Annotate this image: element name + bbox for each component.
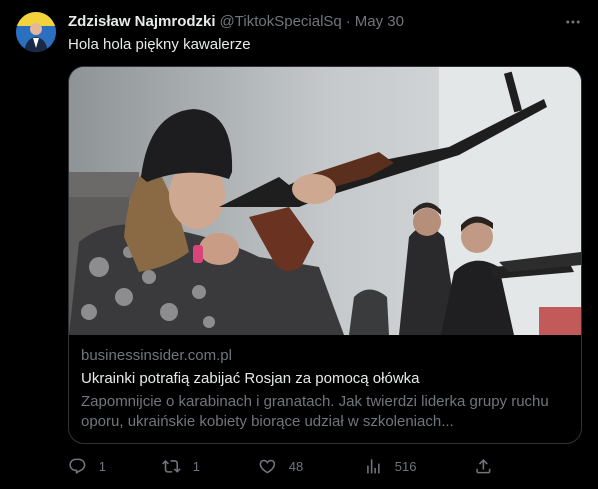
tweet[interactable]: Zdzisław Najmrodzki @TiktokSpecialSq · M… [0,0,598,489]
card-description: Zapomnijcie o karabinach i granatach. Ja… [81,393,549,430]
tweet-date[interactable]: May 30 [355,12,404,32]
card-body[interactable]: businessinsider.com.pl Ukrainki potrafią… [81,346,569,432]
avatar[interactable] [16,12,56,52]
reply-button[interactable]: 1 [68,456,106,476]
tweet-header: Zdzisław Najmrodzki @TiktokSpecialSq · M… [68,12,582,32]
retweet-button[interactable]: 1 [162,456,200,476]
views-button[interactable]: 516 [364,456,416,476]
share-icon [476,458,491,474]
share-button[interactable] [474,456,493,476]
analytics-icon [367,458,380,474]
card-image[interactable] [69,67,581,335]
retweet-icon [162,459,181,473]
separator: · [345,13,351,30]
link-card[interactable]: businessinsider.com.pl Ukrainki potrafią… [68,66,582,444]
retweet-count: 1 [192,458,200,474]
reply-count: 1 [98,458,106,474]
author-name[interactable]: Zdzisław Najmrodzki [68,12,216,32]
card-domain: businessinsider.com.pl [81,347,232,364]
views-count: 516 [394,458,417,474]
heart-icon [259,459,276,474]
tweet-actions: 1 1 48 516 [68,456,498,476]
author-handle[interactable]: @TiktokSpecialSq [220,12,342,32]
like-count: 48 [288,458,304,474]
tweet-text: Hola hola piękny kawalerze [68,36,251,53]
card-title[interactable]: Ukrainki potrafią zabijać Rosjan za pomo… [81,369,569,389]
reply-icon [69,458,86,474]
more-icon[interactable] [564,12,582,32]
like-button[interactable]: 48 [258,456,303,476]
